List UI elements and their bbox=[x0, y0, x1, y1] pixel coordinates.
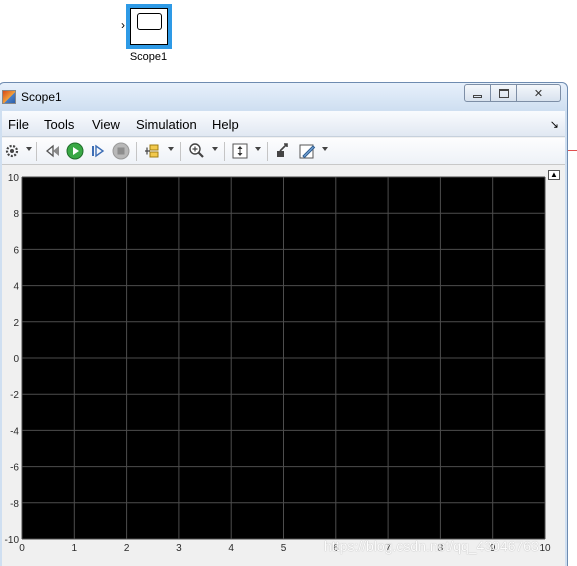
toolbar-separator bbox=[267, 142, 268, 161]
toolbar-separator bbox=[136, 142, 137, 161]
window-client: File Tools View Simulation Help ↘ 0 1 2 … bbox=[2, 111, 565, 566]
scope-window: Scope1 ✕ File Tools View Simulation Help… bbox=[0, 82, 568, 566]
menu-simulation[interactable]: Simulation bbox=[136, 117, 197, 132]
highlight-block-button[interactable] bbox=[274, 142, 292, 160]
menu-view[interactable]: View bbox=[92, 117, 120, 132]
scope-axes[interactable]: 0 1 2 3 4 5 6 7 8 9 101086420-2-4-6-8-10 bbox=[2, 166, 565, 566]
y-tick-label: -2 bbox=[10, 390, 19, 401]
zoom-icon bbox=[189, 143, 204, 158]
y-tick-label: -6 bbox=[10, 463, 19, 474]
window-title: Scope1 bbox=[21, 90, 62, 104]
scope-block[interactable]: › Scope1 bbox=[120, 2, 180, 66]
x-tick-label: 1 bbox=[72, 543, 78, 554]
signal-selector-button[interactable] bbox=[144, 142, 162, 160]
close-button[interactable]: ✕ bbox=[517, 84, 561, 102]
run-icon bbox=[66, 142, 84, 160]
window-controls: ✕ bbox=[464, 84, 561, 102]
maximize-icon bbox=[498, 88, 509, 98]
menu-overflow-icon[interactable]: ↘ bbox=[550, 118, 559, 131]
maximize-button[interactable] bbox=[491, 84, 517, 102]
zoom-button[interactable] bbox=[188, 142, 206, 160]
scope-block-icon bbox=[137, 13, 162, 30]
style-dropdown-icon[interactable] bbox=[322, 147, 328, 151]
y-tick-label: 10 bbox=[8, 173, 20, 184]
parameters-button[interactable] bbox=[3, 142, 21, 160]
stop-button[interactable] bbox=[112, 142, 130, 160]
block-label[interactable]: Scope1 bbox=[120, 51, 177, 63]
menu-help[interactable]: Help bbox=[212, 117, 239, 132]
watermark: https://blog.csdn.net/qq_43046763 bbox=[324, 538, 539, 554]
run-button[interactable] bbox=[66, 142, 84, 160]
minimize-button[interactable] bbox=[464, 84, 491, 102]
menu-bar: File Tools View Simulation Help ↘ bbox=[2, 111, 565, 137]
zoom-dropdown-icon[interactable] bbox=[212, 147, 218, 151]
step-back-button[interactable] bbox=[44, 142, 62, 160]
highlight-block-icon bbox=[277, 143, 288, 157]
step-forward-icon bbox=[92, 144, 105, 158]
x-tick-label: 0 bbox=[19, 543, 25, 554]
y-tick-label: -10 bbox=[5, 535, 20, 546]
x-tick-label: 10 bbox=[539, 543, 551, 554]
menu-file[interactable]: File bbox=[8, 117, 29, 132]
x-tick-label: 3 bbox=[176, 543, 182, 554]
step-forward-button[interactable] bbox=[89, 142, 107, 160]
style-button[interactable] bbox=[298, 142, 316, 160]
input-port-icon[interactable]: › bbox=[121, 19, 125, 31]
x-tick-label: 5 bbox=[281, 543, 287, 554]
title-bar[interactable]: Scope1 ✕ bbox=[0, 83, 567, 110]
parameters-dropdown-icon[interactable] bbox=[26, 147, 32, 151]
undock-icon[interactable]: ▲ bbox=[548, 170, 560, 180]
autoscale-dropdown-icon[interactable] bbox=[255, 147, 261, 151]
y-tick-label: 8 bbox=[13, 209, 19, 220]
y-tick-label: 6 bbox=[13, 245, 19, 256]
y-tick-label: 0 bbox=[13, 354, 19, 365]
parameters-icon bbox=[5, 144, 19, 158]
y-tick-label: 2 bbox=[13, 318, 19, 329]
scope-block-body[interactable] bbox=[130, 8, 168, 45]
step-back-icon bbox=[45, 144, 59, 158]
y-tick-label: 4 bbox=[13, 282, 19, 293]
toolbar-separator bbox=[36, 142, 37, 161]
y-tick-label: -4 bbox=[10, 426, 19, 437]
minimize-icon bbox=[473, 94, 482, 98]
scope-display[interactable]: 0 1 2 3 4 5 6 7 8 9 10 10 8 6 4 2 0 -2 -4 -6 -8 -10 ▲ bbox=[2, 166, 565, 566]
style-icon bbox=[299, 144, 316, 159]
y-tick-label: -8 bbox=[10, 499, 19, 510]
menu-tools[interactable]: Tools bbox=[44, 117, 74, 132]
autoscale-button[interactable] bbox=[231, 142, 249, 160]
signal-selector-dropdown-icon[interactable] bbox=[168, 147, 174, 151]
toolbar-separator bbox=[180, 142, 181, 161]
toolbar-separator bbox=[224, 142, 225, 161]
signal-selector-icon bbox=[145, 144, 159, 158]
stop-icon bbox=[112, 142, 130, 160]
close-icon: ✕ bbox=[533, 87, 544, 100]
autoscale-icon bbox=[232, 143, 248, 159]
matlab-logo-icon bbox=[2, 90, 16, 104]
x-tick-label: 4 bbox=[228, 543, 234, 554]
x-tick-label: 2 bbox=[124, 543, 130, 554]
toolbar bbox=[2, 138, 565, 165]
